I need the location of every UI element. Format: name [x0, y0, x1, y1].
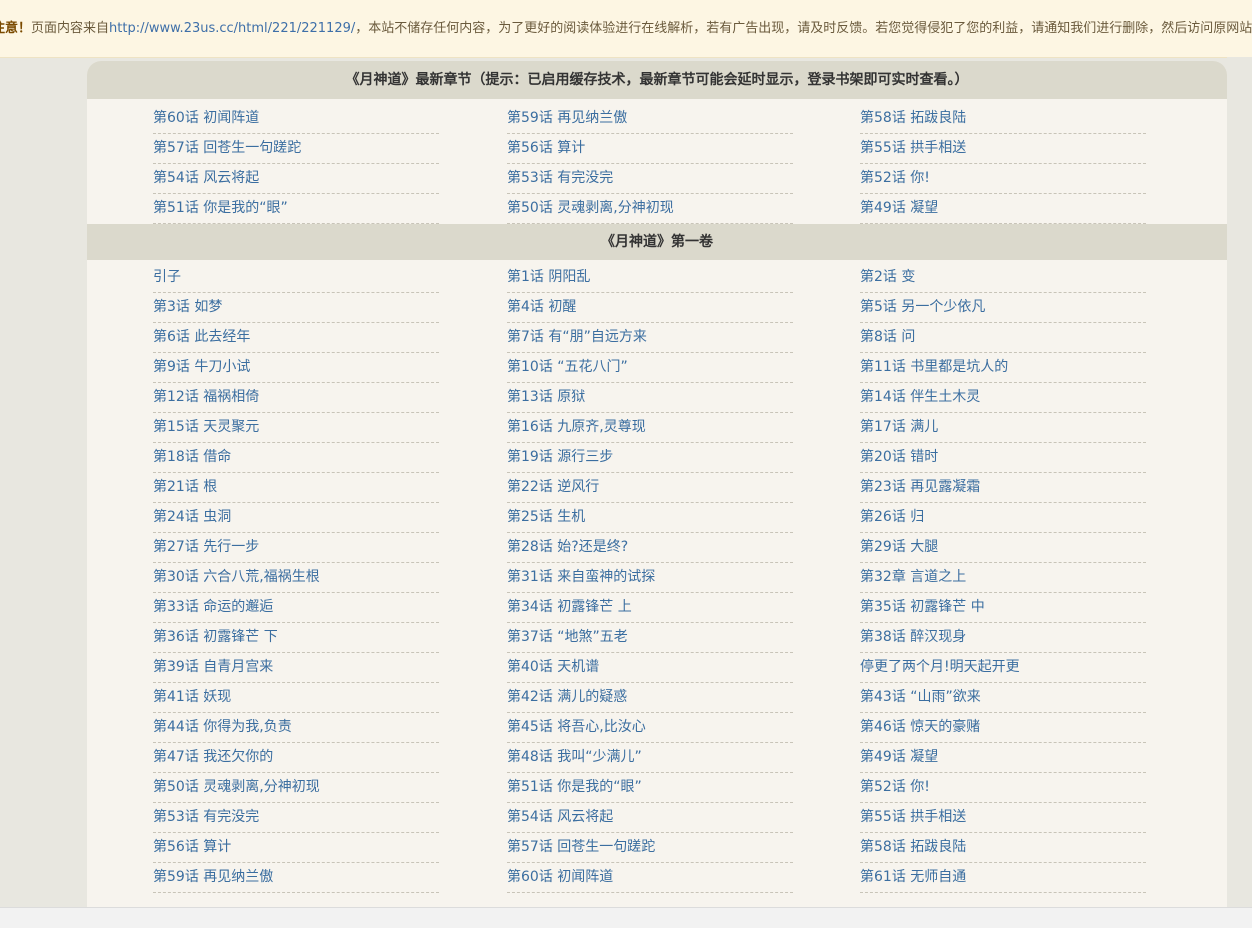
chapter-link[interactable]: 第5话 另一个少依凡 — [860, 293, 1146, 323]
notice-text: ，本站不储存任何内容，为了更好的阅读体验进行在线解析，若有广告出现，请及时反馈。… — [355, 21, 1252, 36]
chapter-link[interactable]: 第16话 九原齐,灵尊现 — [507, 413, 793, 443]
chapter-link[interactable]: 第51话 你是我的“眼” — [153, 194, 439, 224]
chapter-link[interactable]: 第35话 初露锋芒 中 — [860, 593, 1146, 623]
chapter-link[interactable]: 第2话 变 — [860, 263, 1146, 293]
chapter-link[interactable]: 第13话 原狱 — [507, 383, 793, 413]
chapter-link[interactable]: 第54话 风云将起 — [507, 803, 793, 833]
latest-chapters-list: 第60话 初闻阵道 第59话 再见纳兰傲 第58话 拓跋良陆第57话 回苍生一句蹉跎… — [87, 99, 1227, 224]
chapter-link[interactable]: 第6话 此去经年 — [153, 323, 439, 353]
chapter-link[interactable]: 第58话 拓跋良陆 — [860, 104, 1146, 134]
chapter-link[interactable]: 第52话 你! — [860, 773, 1146, 803]
chapter-link[interactable]: 第23话 再见露凝霜 — [860, 473, 1146, 503]
chapter-link[interactable]: 第58话 拓跋良陆 — [860, 833, 1146, 863]
chapter-link[interactable]: 第20话 错时 — [860, 443, 1146, 473]
chapter-link[interactable]: 第15话 天灵聚元 — [153, 413, 439, 443]
chapter-link[interactable]: 第41话 妖现 — [153, 683, 439, 713]
right-gutter — [1227, 57, 1252, 907]
chapter-link[interactable]: 第47话 我还欠你的 — [153, 743, 439, 773]
chapter-link[interactable]: 第30话 六合八荒,福祸生根 — [153, 563, 439, 593]
chapter-link[interactable]: 第46话 惊天的豪赌 — [860, 713, 1146, 743]
chapter-link[interactable]: 第22话 逆风行 — [507, 473, 793, 503]
chapter-link[interactable]: 第57话 回苍生一句蹉跎 — [507, 833, 793, 863]
notice-banner: 注意！页面内容来自http://www.23us.cc/html/221/221… — [0, 0, 1252, 58]
chapter-link[interactable]: 第49话 凝望 — [860, 194, 1146, 224]
chapter-link[interactable]: 第48话 我叫“少满儿” — [507, 743, 793, 773]
chapter-link[interactable]: 第56话 算计 — [153, 833, 439, 863]
chapter-link[interactable]: 第18话 借命 — [153, 443, 439, 473]
chapter-link[interactable]: 第32章 言道之上 — [860, 563, 1146, 593]
chapter-link[interactable]: 第7话 有“朋”自远方来 — [507, 323, 793, 353]
chapter-link[interactable]: 第39话 自青月宫来 — [153, 653, 439, 683]
chapter-link[interactable]: 第53话 有完没完 — [153, 803, 439, 833]
chapter-link[interactable]: 第55话 拱手相送 — [860, 803, 1146, 833]
chapter-link[interactable]: 第3话 如梦 — [153, 293, 439, 323]
chapter-link[interactable]: 第17话 满儿 — [860, 413, 1146, 443]
chapter-link[interactable]: 第54话 风云将起 — [153, 164, 439, 194]
chapter-link[interactable]: 第56话 算计 — [507, 134, 793, 164]
horizontal-scrollbar[interactable] — [0, 907, 1252, 928]
latest-chapters-title: 《月神道》最新章节（提示：已启用缓存技术，最新章节可能会延时显示，登录书架即可实… — [87, 61, 1227, 99]
chapter-link[interactable]: 第43话 “山雨”欲来 — [860, 683, 1146, 713]
chapter-link[interactable]: 第60话 初闻阵道 — [153, 104, 439, 134]
chapter-link[interactable]: 停更了两个月!明天起开更 — [860, 653, 1146, 683]
chapter-link[interactable]: 第11话 书里都是坑人的 — [860, 353, 1146, 383]
volume-title: 《月神道》第一卷 — [87, 224, 1227, 260]
chapter-link[interactable]: 第31话 来自蛮神的试探 — [507, 563, 793, 593]
chapter-link[interactable]: 第14话 伴生土木灵 — [860, 383, 1146, 413]
chapter-link[interactable]: 第55话 拱手相送 — [860, 134, 1146, 164]
source-url-link[interactable]: http://www.23us.cc/html/221/221129/ — [109, 21, 355, 36]
chapter-link[interactable]: 第4话 初醒 — [507, 293, 793, 323]
chapter-link[interactable]: 第36话 初露锋芒 下 — [153, 623, 439, 653]
chapter-link[interactable]: 第52话 你! — [860, 164, 1146, 194]
chapter-link[interactable]: 第33话 命运的邂逅 — [153, 593, 439, 623]
chapter-link[interactable]: 第44话 你得为我,负责 — [153, 713, 439, 743]
chapter-link[interactable]: 第50话 灵魂剥离,分神初现 — [153, 773, 439, 803]
chapter-link[interactable]: 第28话 始?还是终? — [507, 533, 793, 563]
notice-label: 注意！ — [0, 21, 32, 36]
chapter-link[interactable]: 第1话 阴阳乱 — [507, 263, 793, 293]
chapter-link[interactable]: 第34话 初露锋芒 上 — [507, 593, 793, 623]
chapter-link[interactable]: 第9话 牛刀小试 — [153, 353, 439, 383]
chapter-link[interactable]: 第42话 满儿的疑惑 — [507, 683, 793, 713]
chapter-link[interactable]: 第59话 再见纳兰傲 — [153, 863, 439, 893]
chapter-link[interactable]: 第50话 灵魂剥离,分神初现 — [507, 194, 793, 224]
chapter-link[interactable]: 引子 — [153, 263, 439, 293]
chapter-link[interactable]: 第29话 大腿 — [860, 533, 1146, 563]
chapter-link[interactable]: 第40话 天机谱 — [507, 653, 793, 683]
chapter-link[interactable]: 第19话 源行三步 — [507, 443, 793, 473]
chapter-link[interactable]: 第10话 “五花八门” — [507, 353, 793, 383]
chapter-link[interactable]: 第53话 有完没完 — [507, 164, 793, 194]
chapter-list-panel: 《月神道》最新章节（提示：已启用缓存技术，最新章节可能会延时显示，登录书架即可实… — [87, 61, 1227, 927]
chapter-link[interactable]: 第25话 生机 — [507, 503, 793, 533]
chapter-link[interactable]: 第24话 虫洞 — [153, 503, 439, 533]
notice-prefix: 页面内容来自 — [31, 21, 110, 36]
chapter-link[interactable]: 第38话 醉汉现身 — [860, 623, 1146, 653]
chapter-link[interactable]: 第37话 “地煞”五老 — [507, 623, 793, 653]
chapter-link[interactable]: 第61话 无师自通 — [860, 863, 1146, 893]
volume-chapters-list: 引子 第1话 阴阳乱 第2话 变第3话 如梦 第4话 初醒 第5话 另一个少依凡第6话 … — [87, 260, 1227, 927]
chapter-link[interactable]: 第8话 问 — [860, 323, 1146, 353]
chapter-link[interactable]: 第27话 先行一步 — [153, 533, 439, 563]
chapter-link[interactable]: 第60话 初闻阵道 — [507, 863, 793, 893]
chapter-link[interactable]: 第59话 再见纳兰傲 — [507, 104, 793, 134]
chapter-link[interactable]: 第45话 将吾心,比汝心 — [507, 713, 793, 743]
chapter-link[interactable]: 第51话 你是我的“眼” — [507, 773, 793, 803]
chapter-link[interactable]: 第12话 福祸相倚 — [153, 383, 439, 413]
chapter-link[interactable]: 第57话 回苍生一句蹉跎 — [153, 134, 439, 164]
chapter-link[interactable]: 第21话 根 — [153, 473, 439, 503]
chapter-link[interactable]: 第49话 凝望 — [860, 743, 1146, 773]
chapter-link[interactable]: 第26话 归 — [860, 503, 1146, 533]
